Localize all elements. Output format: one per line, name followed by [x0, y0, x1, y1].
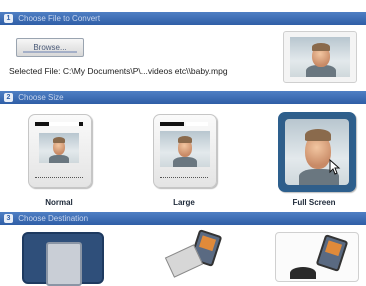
section-bar-choose-file: 1 Choose File to Convert [0, 12, 366, 25]
size-label-full-screen: Full Screen [292, 198, 336, 207]
section-title: Choose Destination [18, 214, 89, 223]
size-preview-photo [39, 133, 79, 163]
selected-file-path: Selected File: C:\My Documents\P\...vide… [9, 66, 228, 76]
portable-device-base-icon [290, 267, 316, 279]
section-title: Choose File to Convert [18, 14, 101, 23]
size-preview-photo [285, 119, 349, 185]
section-bar-choose-destination: 3 Choose Destination [0, 212, 366, 225]
size-label-normal: Normal [45, 198, 73, 207]
size-option-full-screen[interactable] [278, 112, 356, 192]
size-label-large: Large [173, 198, 195, 207]
media-bar [160, 122, 184, 126]
preview-photo [290, 37, 350, 77]
size-option-normal[interactable] [28, 114, 92, 188]
cursor-icon [329, 159, 341, 175]
size-preview-photo [160, 131, 210, 167]
device-screen-icon [46, 242, 82, 286]
section-number: 2 [4, 93, 13, 102]
browse-button[interactable]: Browse... [16, 38, 84, 57]
section-title: Choose Size [18, 93, 64, 102]
media-controls [35, 177, 83, 181]
destination-option-device[interactable] [22, 232, 104, 286]
portable-device-icon [315, 234, 349, 272]
section-number: 1 [4, 14, 13, 23]
media-controls [160, 177, 208, 181]
media-bar-track [49, 122, 79, 126]
size-option-large[interactable] [153, 114, 217, 188]
media-bar-track [186, 122, 208, 126]
section-number: 3 [4, 214, 13, 223]
file-preview-thumbnail [283, 31, 357, 83]
destination-option-handheld[interactable] [160, 229, 226, 280]
section-bar-choose-size: 2 Choose Size [0, 91, 366, 104]
